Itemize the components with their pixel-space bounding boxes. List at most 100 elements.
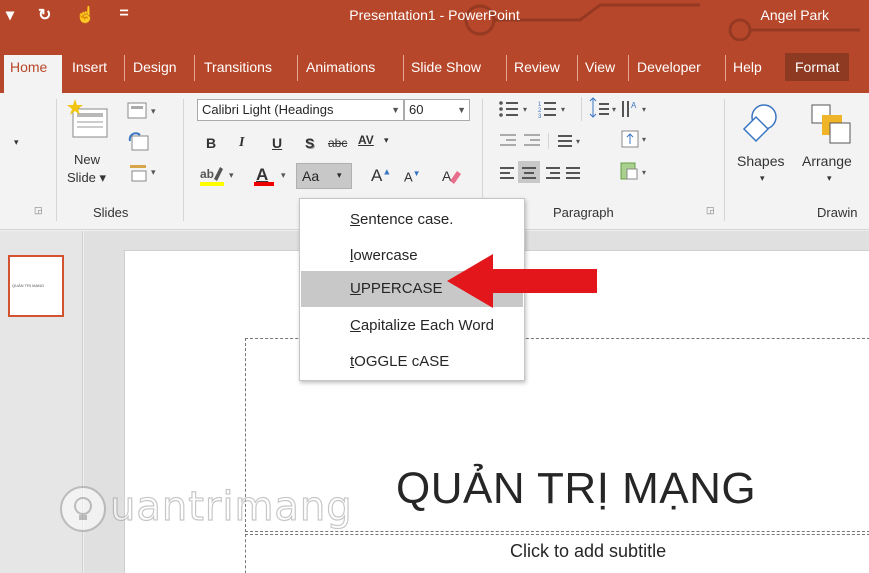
dialog-launcher-icon[interactable]: ◲ <box>706 205 715 216</box>
access-key: U <box>350 280 361 297</box>
tab-slide-show[interactable]: Slide Show <box>411 56 481 80</box>
menu-item-label: owercase <box>353 247 418 264</box>
reset-icon[interactable] <box>126 131 152 153</box>
shapes-icon[interactable] <box>740 101 780 145</box>
arrange-icon[interactable] <box>808 101 852 145</box>
group-separator <box>183 99 184 221</box>
arrange-button-label[interactable]: Arrange <box>802 153 852 169</box>
tab-review[interactable]: Review <box>514 56 560 80</box>
tab-separator <box>506 55 507 81</box>
ribbon-tabs: Home Insert Design Transitions Animation… <box>0 41 869 93</box>
tab-home[interactable]: Home <box>4 55 62 93</box>
section-icon[interactable]: ▾ <box>126 161 162 183</box>
slide-thumbnail[interactable]: QUẢN TRỊ MẠNG <box>8 255 64 317</box>
slides-group-label: Slides <box>93 205 129 220</box>
chevron-down-icon: ▾ <box>337 170 342 180</box>
drawing-group-label: Drawin <box>817 205 858 220</box>
watermark-text: uantrimang <box>109 483 353 530</box>
svg-text:▾: ▾ <box>561 105 565 114</box>
svg-text:A: A <box>442 168 452 184</box>
grow-font-label: A <box>371 166 383 185</box>
tab-transitions[interactable]: Transitions <box>204 56 272 80</box>
tab-design[interactable]: Design <box>133 56 177 80</box>
svg-text:ab: ab <box>200 167 214 181</box>
access-key: C <box>350 317 361 334</box>
new-slide-dropdown-label[interactable]: Slide ▾ <box>67 170 106 186</box>
svg-text:▾: ▾ <box>229 170 234 180</box>
bold-button[interactable]: B <box>206 135 216 151</box>
font-color-icon[interactable]: A ▾ <box>252 163 292 189</box>
svg-text:▾: ▾ <box>281 170 286 180</box>
menu-item-sentence-case[interactable]: Sentence case. <box>301 202 523 238</box>
dialog-launcher-icon[interactable]: ◲ <box>34 205 43 216</box>
clear-formatting-icon[interactable]: A <box>440 165 462 187</box>
chevron-down-icon[interactable]: ▾ <box>760 173 765 184</box>
font-name-value: Calibri Light (Headings <box>202 102 334 117</box>
menu-item-label: apitalize Each Word <box>360 317 494 334</box>
tab-separator <box>725 55 726 81</box>
tab-view[interactable]: View <box>585 56 615 80</box>
menu-item-toggle-case[interactable]: tOGGLE cASE <box>301 344 523 380</box>
svg-text:▾: ▾ <box>642 105 646 114</box>
layout-icon[interactable]: ▾ <box>126 101 162 121</box>
strikethrough-button[interactable]: abc <box>328 136 347 150</box>
tab-animations[interactable]: Animations <box>306 56 375 80</box>
increase-font-size-button[interactable]: A▲ <box>371 166 391 186</box>
lightbulb-icon <box>60 486 106 532</box>
new-slide-icon[interactable] <box>65 97 113 141</box>
svg-text:A: A <box>256 165 268 184</box>
tab-developer[interactable]: Developer <box>637 56 701 80</box>
change-case-button[interactable]: Aa ▾ <box>296 163 352 189</box>
svg-text:3: 3 <box>538 114 542 120</box>
access-key: S <box>350 211 361 228</box>
new-slide-label[interactable]: New <box>74 152 100 167</box>
tab-separator <box>194 55 195 81</box>
text-highlight-color-icon[interactable]: ab ▾ <box>198 163 238 189</box>
paste-dropdown-icon[interactable]: ▾ <box>14 137 19 148</box>
change-case-label: Aa <box>302 168 320 184</box>
group-separator <box>724 99 725 221</box>
svg-text:▾: ▾ <box>151 106 156 116</box>
shapes-button-label[interactable]: Shapes <box>737 153 784 169</box>
slide-title[interactable]: QUẢN TRỊ MẠNG <box>396 464 756 514</box>
paragraph-icons: ▾ 1 2 3 ▾ ▾ A ▾ ▾ ▾ ▾ <box>499 97 646 183</box>
subtitle-placeholder-text[interactable]: Click to add subtitle <box>510 541 666 562</box>
underline-button[interactable]: U <box>272 135 282 151</box>
menu-item-label: PPERCASE <box>360 280 443 297</box>
svg-text:A: A <box>631 101 637 110</box>
paragraph-group-label: Paragraph <box>553 205 614 220</box>
decrease-font-size-button[interactable]: A▼ <box>404 169 421 184</box>
watermark-logo: uantrimang <box>52 480 372 540</box>
tab-separator <box>628 55 629 81</box>
svg-text:▾: ▾ <box>612 105 616 114</box>
chevron-down-icon[interactable]: ▾ <box>384 135 389 146</box>
title-bar: ▾ ↻ ☝ = Presentation1 - PowerPoint Angel… <box>0 0 869 41</box>
tab-help[interactable]: Help <box>733 56 762 80</box>
annotation-arrow-icon <box>447 254 597 308</box>
tab-separator <box>124 55 125 81</box>
user-name[interactable]: Angel Park <box>761 7 829 23</box>
svg-text:▾: ▾ <box>576 137 580 146</box>
shadow-button[interactable]: S <box>305 135 314 151</box>
svg-text:▾: ▾ <box>642 168 646 177</box>
svg-text:▾: ▾ <box>151 167 156 177</box>
font-size-value: 60 <box>409 102 424 117</box>
group-separator <box>56 99 57 221</box>
svg-text:▾: ▾ <box>642 135 646 144</box>
thumbnail-title-text: QUẢN TRỊ MẠNG <box>12 283 45 288</box>
menu-item-capitalize-each-word[interactable]: Capitalize Each Word <box>301 308 523 344</box>
tab-insert[interactable]: Insert <box>72 56 107 80</box>
font-name-combo[interactable]: Calibri Light (Headings ▼ <box>197 99 404 121</box>
tab-separator <box>403 55 404 81</box>
chevron-down-icon: ▼ <box>457 105 466 115</box>
chevron-down-icon[interactable]: ▾ <box>827 173 832 184</box>
window-title: Presentation1 - PowerPoint <box>349 7 520 23</box>
character-spacing-button[interactable]: AV <box>358 133 374 147</box>
italic-button[interactable]: I <box>239 135 244 151</box>
chevron-down-icon: ▼ <box>391 105 400 115</box>
menu-item-label: entence case. <box>360 211 454 228</box>
font-size-combo[interactable]: 60 ▼ <box>404 99 470 121</box>
tab-separator <box>297 55 298 81</box>
tab-format[interactable]: Format <box>785 53 850 81</box>
tab-separator <box>577 55 578 81</box>
